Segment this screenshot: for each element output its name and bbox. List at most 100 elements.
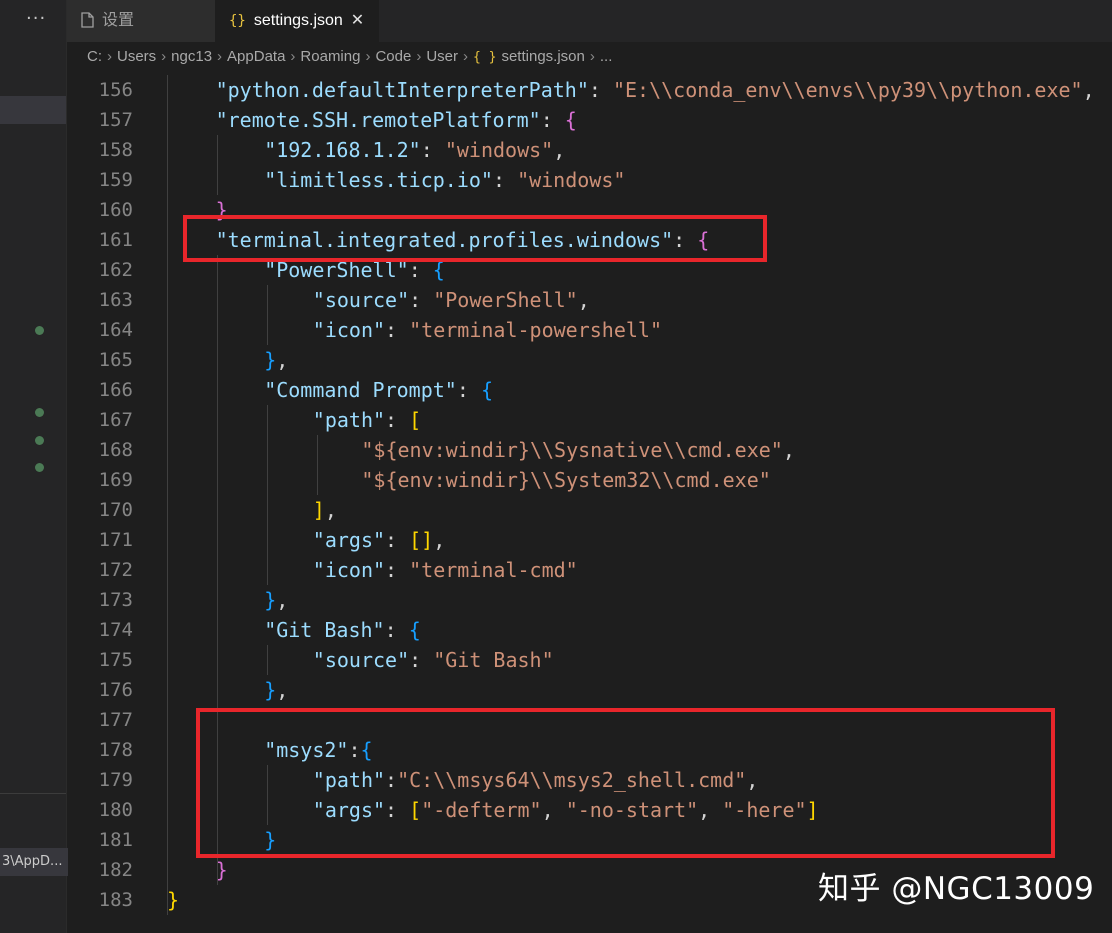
breadcrumb-file[interactable]: settings.json [501, 48, 584, 65]
indent-guide [267, 405, 268, 585]
indent-guide [317, 435, 318, 495]
line-number: 164 [98, 319, 133, 341]
code-token: "Git Bash" [433, 648, 554, 672]
highlight-box-msys2 [196, 708, 1055, 858]
chevron-right-icon: › [462, 48, 468, 65]
code-token: : [492, 168, 518, 192]
line-number: 158 [98, 139, 133, 161]
code-token: : [385, 558, 410, 582]
breadcrumb-item[interactable]: Roaming [300, 48, 360, 65]
breadcrumb-item[interactable]: Users [117, 48, 156, 65]
code-token: : [385, 318, 410, 342]
code-line[interactable]: 157 "remote.SSH.remotePlatform": { [67, 105, 1112, 135]
code-line[interactable]: 165}, [67, 345, 1112, 375]
code-text: "icon": "terminal-cmd" [313, 555, 578, 585]
line-number: 172 [98, 559, 133, 581]
chevron-right-icon: › [416, 48, 422, 65]
code-token: : [409, 648, 434, 672]
code-text: "Git Bash": { [264, 615, 421, 645]
code-token: , [553, 138, 566, 162]
chevron-right-icon: › [589, 48, 595, 65]
code-text: "192.168.1.2": "windows", [264, 135, 565, 165]
code-token: [] [409, 528, 434, 552]
code-line[interactable]: 167 "path": [ [67, 405, 1112, 435]
breadcrumb-symbol[interactable]: ... [600, 48, 613, 65]
line-number: 179 [98, 769, 133, 791]
modified-dot-icon [35, 436, 44, 445]
code-token: { [408, 618, 421, 642]
code-line[interactable]: 163 "source": "PowerShell", [67, 285, 1112, 315]
code-line[interactable]: 176}, [67, 675, 1112, 705]
breadcrumb-item[interactable]: User [426, 48, 458, 65]
code-token: } [264, 348, 277, 372]
code-token: , [276, 588, 289, 612]
code-line[interactable]: 173}, [67, 585, 1112, 615]
code-token: "icon" [312, 318, 386, 342]
code-token: "${env:windir}\\Sysnative\\cmd.exe" [361, 438, 783, 462]
code-token: "terminal-powershell" [409, 318, 663, 342]
watermark: 知乎 @NGC13009 [818, 871, 1095, 907]
line-number: 176 [98, 679, 133, 701]
code-line[interactable]: 159 "limitless.ticp.io": "windows" [67, 165, 1112, 195]
line-number: 162 [98, 259, 133, 281]
code-line[interactable]: 168 "${env:windir}\\Sysnative\\cmd.exe", [67, 435, 1112, 465]
breadcrumb-item[interactable]: AppData [227, 48, 285, 65]
code-text: "Command Prompt": { [264, 375, 493, 405]
line-number: 159 [98, 169, 133, 191]
tab-settings-ui[interactable]: 设置 [67, 0, 215, 42]
code-line[interactable]: 171 "args": [], [67, 525, 1112, 555]
breadcrumb-item[interactable]: C: [87, 48, 102, 65]
code-token: "E:\\conda_env\\envs\\py39\\python.exe" [612, 78, 1083, 102]
code-token: } [264, 588, 277, 612]
more-actions-icon[interactable]: ··· [26, 8, 46, 29]
code-token: "args" [312, 528, 386, 552]
line-number: 171 [98, 529, 133, 551]
code-line[interactable]: 172 "icon": "terminal-cmd" [67, 555, 1112, 585]
code-line[interactable]: 156 "python.defaultInterpreterPath": "E:\… [67, 75, 1112, 105]
code-text: "path": [ [313, 405, 421, 435]
tab-label: 设置 [102, 12, 135, 29]
code-token: : [420, 138, 445, 162]
code-token: "source" [312, 288, 410, 312]
close-icon[interactable]: ✕ [351, 12, 364, 29]
line-number: 163 [98, 289, 133, 311]
breadcrumb-item[interactable]: Code [375, 48, 411, 65]
code-token: "limitless.ticp.io" [264, 168, 493, 192]
code-token: : [385, 528, 410, 552]
code-text: "source": "PowerShell", [313, 285, 590, 315]
code-token: } [167, 888, 180, 912]
code-line[interactable]: 170], [67, 495, 1112, 525]
code-text: }, [264, 675, 288, 705]
code-token: : [384, 618, 409, 642]
indent-guide [167, 75, 168, 915]
chevron-right-icon: › [290, 48, 296, 65]
code-token: ] [312, 498, 325, 522]
code-token: "windows" [517, 168, 626, 192]
code-text: "python.defaultInterpreterPath": "E:\\co… [216, 75, 1095, 105]
tab-settings-json[interactable]: {} settings.json ✕ [215, 0, 379, 42]
open-editor-path-item[interactable]: 3\AppD... [0, 848, 68, 876]
code-token: "PowerShell" [433, 288, 578, 312]
sidebar-selected-item[interactable] [0, 96, 66, 124]
code-token: : [385, 408, 410, 432]
chevron-right-icon: › [107, 48, 112, 65]
line-number: 156 [98, 79, 133, 101]
code-line[interactable]: 169 "${env:windir}\\System32\\cmd.exe" [67, 465, 1112, 495]
line-number: 161 [98, 229, 133, 251]
code-text: "remote.SSH.remotePlatform": { [216, 105, 577, 135]
code-text: }, [264, 585, 288, 615]
breadcrumb-item[interactable]: ngc13 [171, 48, 212, 65]
code-line[interactable]: 175 "source": "Git Bash" [67, 645, 1112, 675]
code-token: : [540, 108, 565, 132]
line-number: 160 [98, 199, 133, 221]
code-line[interactable]: 166 "Command Prompt": { [67, 375, 1112, 405]
code-line[interactable]: 174 "Git Bash": { [67, 615, 1112, 645]
tab-label: settings.json [253, 12, 343, 29]
chevron-right-icon: › [217, 48, 223, 65]
code-line[interactable]: 164 "icon": "terminal-powershell" [67, 315, 1112, 345]
line-number: 175 [98, 649, 133, 671]
indent-guide [217, 135, 218, 195]
code-line[interactable]: 158 "192.168.1.2": "windows", [67, 135, 1112, 165]
code-text: "source": "Git Bash" [313, 645, 554, 675]
code-token: "${env:windir}\\System32\\cmd.exe" [361, 468, 771, 492]
